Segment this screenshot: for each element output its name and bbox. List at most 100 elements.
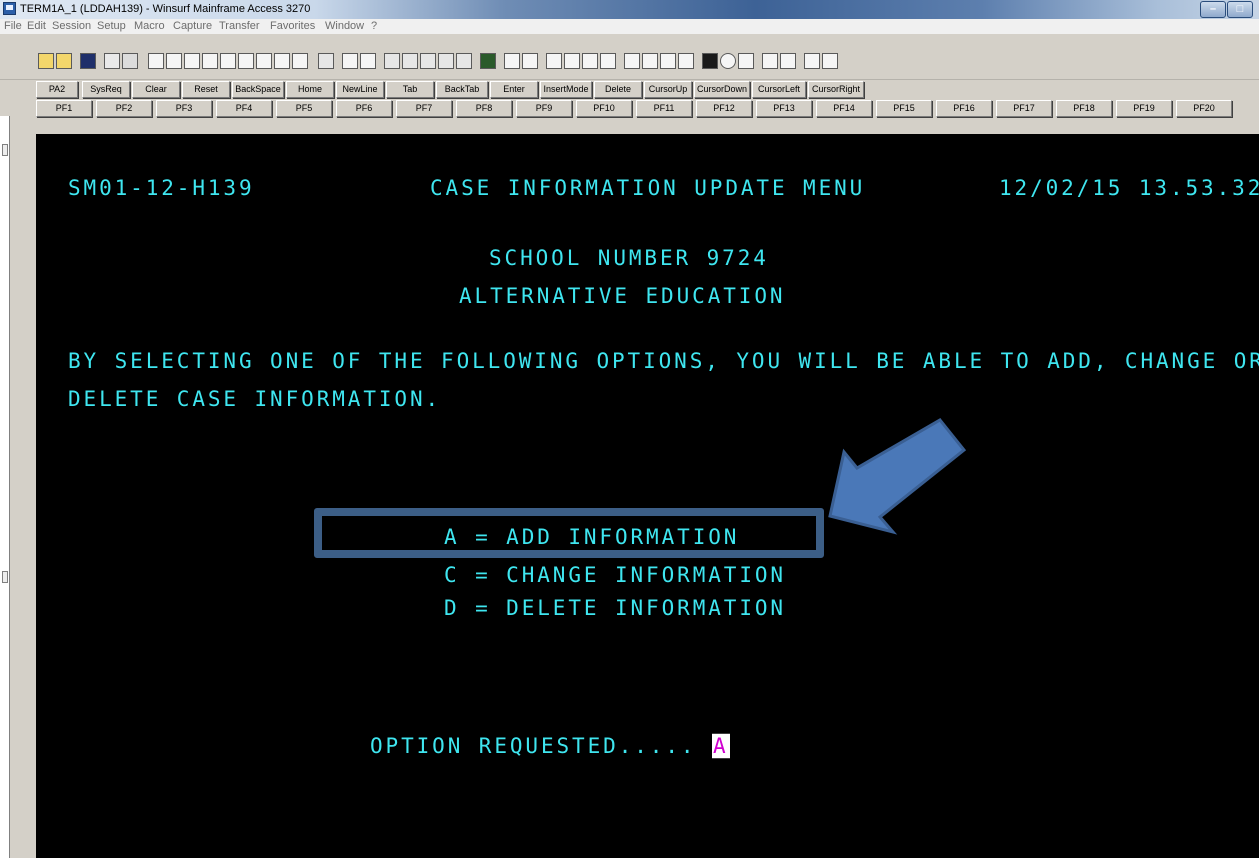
key-cursordown[interactable]: CursorDown: [694, 81, 750, 98]
terminal-screen[interactable]: SM01-12-H139 CASE INFORMATION UPDATE MEN…: [36, 134, 1259, 858]
transfer-icon[interactable]: [420, 53, 436, 69]
key-pf13[interactable]: PF13: [756, 100, 812, 117]
film-icon[interactable]: [702, 53, 718, 69]
host-icon[interactable]: [678, 53, 694, 69]
option-input[interactable]: A: [711, 733, 730, 759]
key-pf11[interactable]: PF11: [636, 100, 692, 117]
reconnect-icon[interactable]: [660, 53, 676, 69]
open-session-icon[interactable]: [56, 53, 72, 69]
highlight-box: [314, 508, 824, 558]
key-pf6[interactable]: PF6: [336, 100, 392, 117]
macro-record-icon[interactable]: [546, 53, 562, 69]
down-arrow-icon[interactable]: [522, 53, 538, 69]
menu-macro[interactable]: Macro: [134, 20, 165, 32]
menu-edit[interactable]: Edit: [27, 20, 46, 32]
pencil-icon[interactable]: [292, 53, 308, 69]
clear-clipboard-icon[interactable]: [274, 53, 290, 69]
key-pa2[interactable]: PA2: [36, 81, 78, 98]
app-icon[interactable]: [3, 2, 16, 15]
select-all-icon[interactable]: [318, 53, 334, 69]
key-pf17[interactable]: PF17: [996, 100, 1052, 117]
key-pf12[interactable]: PF12: [696, 100, 752, 117]
key-pf15[interactable]: PF15: [876, 100, 932, 117]
print-icon[interactable]: [122, 53, 138, 69]
key-pf4[interactable]: PF4: [216, 100, 272, 117]
option-delete: D = DELETE INFORMATION: [444, 595, 786, 621]
book-icon[interactable]: [456, 53, 472, 69]
key-tab[interactable]: Tab: [386, 81, 434, 98]
key-pf3[interactable]: PF3: [156, 100, 212, 117]
key-pf20[interactable]: PF20: [1176, 100, 1232, 117]
key-pf19[interactable]: PF19: [1116, 100, 1172, 117]
key-cursorup[interactable]: CursorUp: [644, 81, 692, 98]
paste-next-icon[interactable]: [238, 53, 254, 69]
key-cursorright[interactable]: CursorRight: [808, 81, 864, 98]
school-number: SCHOOL NUMBER 9724: [489, 245, 769, 271]
session-icon[interactable]: [402, 53, 418, 69]
left-ruler[interactable]: [0, 116, 10, 858]
macro-play-icon[interactable]: [564, 53, 580, 69]
key-cursorleft[interactable]: CursorLeft: [752, 81, 806, 98]
screen-id: SM01-12-H139: [68, 175, 255, 201]
instructions-line-2: DELETE CASE INFORMATION.: [68, 386, 442, 412]
key-clear[interactable]: Clear: [132, 81, 180, 98]
macro-edit-icon[interactable]: [582, 53, 598, 69]
prompt-label: OPTION REQUESTED.....: [370, 733, 697, 759]
copy-append-icon[interactable]: [184, 53, 200, 69]
maximize-button[interactable]: □: [1227, 1, 1253, 18]
option-prompt: OPTION REQUESTED..... A: [370, 733, 730, 759]
open-folder-icon[interactable]: [38, 53, 54, 69]
key-backtab[interactable]: BackTab: [436, 81, 488, 98]
edit-icon[interactable]: [342, 53, 358, 69]
key-pf2[interactable]: PF2: [96, 100, 152, 117]
ind-icon[interactable]: [762, 53, 778, 69]
menu-capture[interactable]: Capture: [173, 20, 212, 32]
key-newline[interactable]: NewLine: [336, 81, 384, 98]
menu-session[interactable]: Session: [52, 20, 91, 32]
macro-step-icon[interactable]: [600, 53, 616, 69]
cut-icon[interactable]: [148, 53, 164, 69]
menu-window[interactable]: Window: [325, 20, 364, 32]
key-delete[interactable]: Delete: [594, 81, 642, 98]
field-icon[interactable]: [780, 53, 796, 69]
screen-icon[interactable]: [480, 53, 496, 69]
copy-table-icon[interactable]: [202, 53, 218, 69]
help-icon[interactable]: [804, 53, 820, 69]
disconnect-icon[interactable]: [642, 53, 658, 69]
key-pf10[interactable]: PF10: [576, 100, 632, 117]
key-pf9[interactable]: PF9: [516, 100, 572, 117]
key-insertmode[interactable]: InsertMode: [540, 81, 592, 98]
camera-icon[interactable]: [738, 53, 754, 69]
menu-transfer[interactable]: Transfer: [219, 20, 260, 32]
key-pf8[interactable]: PF8: [456, 100, 512, 117]
key-pf7[interactable]: PF7: [396, 100, 452, 117]
window-icon[interactable]: [384, 53, 400, 69]
menu-help[interactable]: ?: [371, 20, 377, 32]
key-pf1[interactable]: PF1: [36, 100, 92, 117]
key-pf14[interactable]: PF14: [816, 100, 872, 117]
save-icon[interactable]: [80, 53, 96, 69]
key-backspace[interactable]: BackSpace: [232, 81, 284, 98]
screen-heading: CASE INFORMATION UPDATE MENU: [430, 175, 866, 201]
font-icon[interactable]: [504, 53, 520, 69]
copy-icon[interactable]: [166, 53, 182, 69]
print-setup-icon[interactable]: [104, 53, 120, 69]
key-enter[interactable]: Enter: [490, 81, 538, 98]
keyboard-icon[interactable]: [438, 53, 454, 69]
connect-icon[interactable]: [624, 53, 640, 69]
key-pf5[interactable]: PF5: [276, 100, 332, 117]
minimize-button[interactable]: –: [1200, 1, 1226, 18]
context-help-icon[interactable]: [822, 53, 838, 69]
paste-continue-icon[interactable]: [256, 53, 272, 69]
key-pf16[interactable]: PF16: [936, 100, 992, 117]
key-sysreq[interactable]: SysReq: [82, 81, 130, 98]
key-pf18[interactable]: PF18: [1056, 100, 1112, 117]
spellcheck-icon[interactable]: [360, 53, 376, 69]
menu-setup[interactable]: Setup: [97, 20, 126, 32]
key-reset[interactable]: Reset: [182, 81, 230, 98]
menu-favorites[interactable]: Favorites: [270, 20, 315, 32]
record-icon[interactable]: [720, 53, 736, 69]
key-home[interactable]: Home: [286, 81, 334, 98]
paste-icon[interactable]: [220, 53, 236, 69]
menu-file[interactable]: File: [4, 20, 22, 32]
